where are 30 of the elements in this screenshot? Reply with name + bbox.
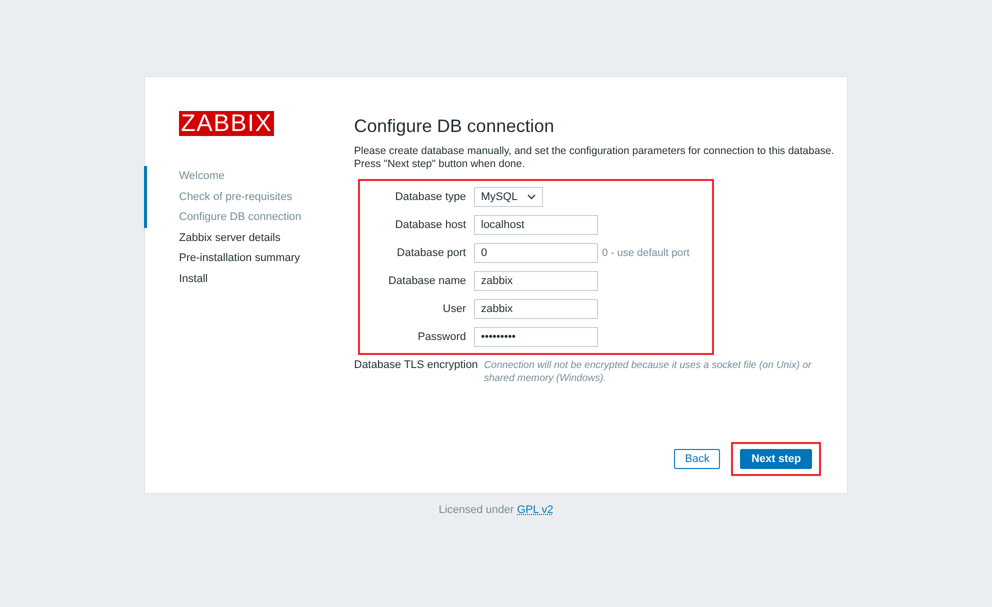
setup-step: Welcome <box>144 166 354 186</box>
description-text: Please create database manually, and set the configuration parameters for connection to this database. <box>354 145 836 158</box>
field-label: Database name <box>387 275 467 287</box>
password-field[interactable]: ••••••••• <box>474 327 598 347</box>
input-field[interactable]: localhost <box>474 215 598 235</box>
field-label: Database port <box>396 247 467 259</box>
zabbix-logo: ZABBIX <box>179 111 274 136</box>
setup-step: Check of pre-requisites <box>144 186 354 207</box>
field-hint: 0 - use default port <box>602 247 690 259</box>
input-field[interactable]: zabbix <box>474 299 598 319</box>
license-text: Licensed under <box>438 504 515 516</box>
field-label: User <box>442 303 467 315</box>
next-step-button[interactable]: Next step <box>740 449 812 469</box>
license-link[interactable]: GPL v2 <box>517 504 554 516</box>
page-title: Configure DB connection <box>354 115 556 137</box>
field-label: Database type <box>394 191 467 203</box>
field-label: Database host <box>394 219 467 231</box>
input-field[interactable]: zabbix <box>474 271 598 291</box>
field-label: Database TLS encryption <box>354 359 478 373</box>
database-type-select[interactable]: MySQL <box>474 187 543 207</box>
input-field[interactable]: 0 <box>474 243 598 263</box>
description-text: Press "Next step" button when done. <box>354 158 526 171</box>
chevron-down-icon <box>527 194 536 200</box>
setup-step: Configure DB connection <box>144 207 354 228</box>
field-label: Password <box>416 331 467 343</box>
setup-step: Zabbix server details <box>144 228 354 248</box>
back-button[interactable]: Back <box>674 449 720 469</box>
setup-step: Install <box>144 268 354 289</box>
tls-note: Connection will not be encrypted because it uses a socket file (on Unix) or shared memory (Windows). <box>484 359 812 385</box>
setup-step: Pre-installation summary <box>144 248 354 268</box>
